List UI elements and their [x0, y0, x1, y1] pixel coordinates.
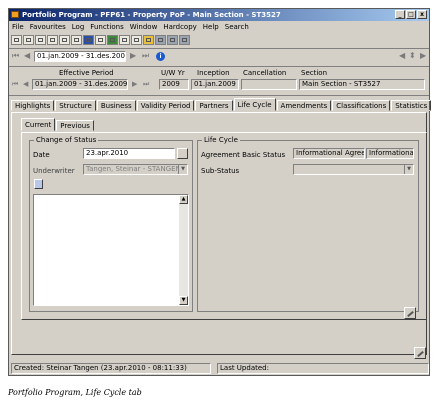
header-prev-icon[interactable]: ◀ — [23, 78, 28, 90]
status-bar: Created: Steinar Tangen (23.apr.2010 - 0… — [11, 363, 429, 374]
tab-highlights[interactable]: Highlights — [11, 100, 55, 111]
period-nav-row: ⏮ ◀ 01.jan.2009 - 31.des.2009 ▶ ⏭ i ◀ ⬍ … — [9, 50, 429, 64]
subtab-current[interactable]: Current — [21, 118, 56, 131]
header-last-icon[interactable]: ⏭ — [143, 78, 149, 90]
toolbar-table-icon[interactable] — [131, 35, 142, 45]
underwriter-value: Tangen, Steinar - STANGEN — [86, 165, 181, 173]
sub-tabs: Current Previous — [21, 118, 95, 131]
header-divider — [9, 95, 429, 96]
toolbar — [11, 34, 427, 46]
menu-window[interactable]: Window — [130, 22, 158, 32]
tab-amendments[interactable]: Amendments — [276, 100, 332, 111]
underwriter-dropdown-icon[interactable]: ▼ — [178, 165, 187, 174]
toolbar-ld-icon[interactable] — [71, 35, 82, 45]
toolbar-pc-icon[interactable] — [47, 35, 58, 45]
sub-status-label: Sub-Status — [201, 167, 240, 175]
scroll-down-icon[interactable]: ▼ — [179, 296, 188, 305]
status-comment-textarea[interactable]: ▲ ▼ — [33, 194, 189, 306]
menu-log[interactable]: Log — [72, 22, 85, 32]
created-status: Created: Steinar Tangen (23.apr.2010 - 0… — [11, 363, 211, 374]
sub-status-select[interactable]: ▼ — [293, 164, 414, 175]
section-label: Section — [301, 69, 328, 77]
tab-validity-period[interactable]: Validity Period — [136, 100, 195, 111]
agreement-basic-status-field: Informational Agreemen — [293, 148, 365, 159]
menu-hardcopy[interactable]: Hardcopy — [163, 22, 196, 32]
nav-divider — [9, 66, 429, 67]
last-updated-status: Last Updated: — [217, 363, 429, 374]
main-tabs: Highlights Structure Business Validity P… — [11, 98, 432, 112]
underwriter-label: Underwriter — [33, 167, 75, 175]
period-field[interactable]: 01.jan.2009 - 31.des.2009 — [34, 51, 126, 62]
header-first-icon[interactable]: ⏮ — [12, 78, 18, 90]
menu-help[interactable]: Help — [203, 22, 219, 32]
toolbar-folder-icon[interactable] — [143, 35, 154, 45]
last-period-icon[interactable]: ⏭ — [142, 50, 149, 62]
inception-label: Inception — [197, 69, 230, 77]
menu-search[interactable]: Search — [225, 22, 249, 32]
window-title: Portfolio Program - PFP61 - Property PoP… — [22, 11, 281, 19]
tab-life-cycle[interactable]: Life Cycle — [233, 98, 276, 111]
agreement-basic-status-label: Agreement Basic Status — [201, 151, 286, 159]
up-down-icon[interactable]: ⬍ — [409, 50, 416, 62]
edit-lifecycle-icon[interactable] — [404, 307, 416, 319]
uw-yr-label: U/W Yr — [161, 69, 185, 77]
underwriter-select[interactable]: Tangen, Steinar - STANGEN ▼ — [83, 164, 188, 175]
life-cycle-title: Life Cycle — [202, 136, 240, 144]
toolbar-green-icon[interactable] — [107, 35, 118, 45]
info-icon[interactable]: i — [156, 52, 165, 61]
toolbar-divider — [9, 48, 429, 49]
change-of-status-title: Change of Status — [34, 136, 99, 144]
toolbar-link-icon[interactable] — [155, 35, 166, 45]
prev-period-icon[interactable]: ◀ — [24, 50, 30, 62]
tab-partners[interactable]: Partners — [195, 100, 233, 111]
left-arrow-icon[interactable]: ◀ — [399, 50, 405, 62]
inception-field: 01.jan.2009 — [191, 79, 239, 90]
first-period-icon[interactable]: ⏮ — [12, 50, 19, 62]
minimize-button[interactable]: _ — [395, 10, 405, 19]
date-field[interactable]: 23.apr.2010 — [83, 148, 175, 159]
menu-file[interactable]: File — [12, 22, 24, 32]
app-icon — [11, 11, 19, 18]
right-arrow-icon[interactable]: ▶ — [420, 50, 426, 62]
scroll-up-icon[interactable]: ▲ — [179, 195, 188, 204]
subtab-previous[interactable]: Previous — [56, 120, 94, 131]
application-window: Portfolio Program - PFP61 - Property PoP… — [8, 8, 432, 376]
uw-yr-field: 2009 — [159, 79, 189, 90]
toolbar-open-icon[interactable] — [23, 35, 34, 45]
toolbar-new-icon[interactable] — [11, 35, 22, 45]
toolbar-users-icon[interactable] — [179, 35, 190, 45]
sub-status-dropdown-icon[interactable]: ▼ — [404, 165, 413, 174]
maximize-button[interactable]: □ — [406, 10, 416, 19]
tab-business[interactable]: Business — [96, 100, 136, 111]
close-button[interactable]: x — [417, 10, 427, 19]
window-controls: _ □ x — [395, 10, 427, 19]
cancellation-label: Cancellation — [243, 69, 287, 77]
menu-functions[interactable]: Functions — [90, 22, 123, 32]
toolbar-link2-icon[interactable] — [167, 35, 178, 45]
tab-classifications[interactable]: Classifications — [332, 100, 391, 111]
note-icon[interactable] — [34, 179, 43, 189]
menu-bar: File Favourites Log Functions Window Har… — [9, 22, 429, 32]
cancellation-field — [241, 79, 297, 90]
agreement-basic-status-code: Informational — [366, 148, 414, 159]
header-next-icon[interactable]: ▶ — [132, 78, 137, 90]
edit-record-icon[interactable] — [414, 347, 426, 359]
tab-statistics[interactable]: Statistics — [391, 100, 432, 111]
toolbar-doc-icon[interactable] — [35, 35, 46, 45]
tab-structure[interactable]: Structure — [55, 100, 96, 111]
date-label: Date — [33, 151, 50, 159]
effective-period-label: Effective Period — [59, 69, 114, 77]
section-field: Main Section - ST3527 — [299, 79, 425, 90]
toolbar-grid-icon[interactable] — [119, 35, 130, 45]
toolbar-blue-icon[interactable] — [83, 35, 94, 45]
next-period-icon[interactable]: ▶ — [130, 50, 136, 62]
title-bar: Portfolio Program - PFP61 - Property PoP… — [9, 9, 429, 21]
menu-favourites[interactable]: Favourites — [30, 22, 66, 32]
calendar-icon[interactable] — [177, 148, 188, 159]
effective-period-field: 01.jan.2009 - 31.des.2009 — [32, 79, 128, 90]
toolbar-report-icon[interactable] — [95, 35, 106, 45]
comment-scrollbar[interactable]: ▲ ▼ — [179, 195, 188, 305]
toolbar-dd-icon[interactable] — [59, 35, 70, 45]
figure-caption: Portfolio Program, Life Cycle tab — [8, 388, 142, 397]
